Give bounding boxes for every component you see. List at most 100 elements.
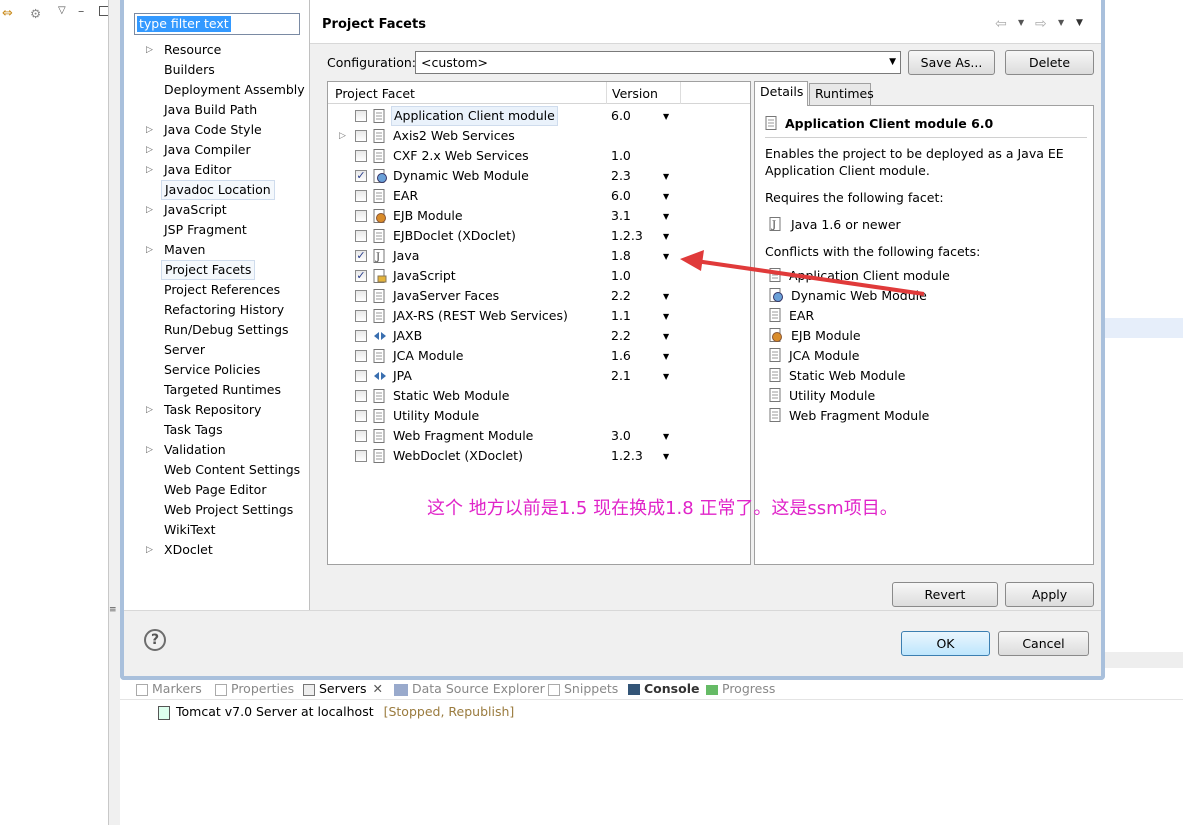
- facet-row[interactable]: JAXB 2.2 ▼: [328, 326, 750, 346]
- facet-checkbox[interactable]: ✓: [355, 250, 367, 262]
- chevron-down-icon[interactable]: ▼: [663, 227, 669, 247]
- chevron-down-icon[interactable]: ▼: [663, 167, 669, 187]
- nav-item[interactable]: Validation: [161, 440, 229, 460]
- nav-item[interactable]: Task Tags: [161, 420, 226, 440]
- expand-arrow-icon[interactable]: ▷: [146, 545, 154, 555]
- tab-properties[interactable]: Properties: [215, 680, 294, 700]
- nav-item[interactable]: Web Project Settings: [161, 500, 296, 520]
- facet-version[interactable]: 1.0: [611, 146, 631, 166]
- minimize-icon[interactable]: –: [78, 3, 84, 18]
- nav-item[interactable]: Java Editor: [161, 160, 234, 180]
- facet-version[interactable]: 6.0: [611, 186, 631, 206]
- ide-splitter[interactable]: [108, 0, 120, 825]
- nav-item[interactable]: XDoclet: [161, 540, 216, 560]
- facet-version[interactable]: 1.2.3: [611, 226, 643, 246]
- tab-servers[interactable]: Servers ✕: [303, 680, 383, 700]
- expand-arrow-icon[interactable]: ▷: [146, 205, 154, 215]
- facet-row[interactable]: Application Client module 6.0 ▼: [328, 106, 750, 126]
- nav-item[interactable]: Web Content Settings: [161, 460, 303, 480]
- back-menu-icon[interactable]: ▼: [1018, 18, 1024, 27]
- facet-version[interactable]: 6.0: [611, 106, 631, 126]
- facet-checkbox[interactable]: ✓: [355, 270, 367, 282]
- tab-data-source-explorer[interactable]: Data Source Explorer: [394, 680, 545, 700]
- facet-checkbox[interactable]: [355, 290, 367, 302]
- tab-runtimes[interactable]: Runtimes: [809, 83, 874, 105]
- chevron-down-icon[interactable]: ▼: [663, 347, 669, 367]
- expand-arrow-icon[interactable]: ▷: [146, 165, 154, 175]
- nav-item[interactable]: Java Compiler: [161, 140, 254, 160]
- facet-checkbox[interactable]: [355, 390, 367, 402]
- tab-console[interactable]: Console: [628, 680, 699, 700]
- nav-item[interactable]: Refactoring History: [161, 300, 287, 320]
- nav-item[interactable]: Project Facets: [161, 260, 256, 280]
- nav-item[interactable]: Javadoc Location: [161, 180, 275, 200]
- forward-arrow-icon[interactable]: ⇨: [1035, 16, 1047, 32]
- facet-row[interactable]: JPA 2.1 ▼: [328, 366, 750, 386]
- expand-arrow-icon[interactable]: ▷: [146, 125, 154, 135]
- facet-row[interactable]: ▷ Axis2 Web Services: [328, 126, 750, 146]
- chevron-down-icon[interactable]: ▼: [663, 187, 669, 207]
- facet-version[interactable]: 2.3: [611, 166, 631, 186]
- help-icon[interactable]: ?: [144, 629, 166, 651]
- nav-item[interactable]: Java Code Style: [161, 120, 265, 140]
- chevron-down-icon[interactable]: ▼: [663, 367, 669, 387]
- save-as-button[interactable]: Save As...: [908, 50, 995, 75]
- nav-item[interactable]: Builders: [161, 60, 218, 80]
- facet-checkbox[interactable]: [355, 410, 367, 422]
- facet-checkbox[interactable]: [355, 430, 367, 442]
- facet-version[interactable]: 1.2.3: [611, 446, 643, 466]
- facet-row[interactable]: ✓ JavaScript 1.0: [328, 266, 750, 286]
- toolbar-icon[interactable]: ⇔: [2, 6, 13, 21]
- facet-row[interactable]: JAX-RS (REST Web Services) 1.1 ▼: [328, 306, 750, 326]
- expand-arrow-icon[interactable]: ▷: [146, 445, 154, 455]
- facet-row[interactable]: JCA Module 1.6 ▼: [328, 346, 750, 366]
- tab-details[interactable]: Details: [754, 81, 808, 106]
- chevron-down-icon[interactable]: ▼: [663, 247, 669, 267]
- facet-row[interactable]: EJB Module 3.1 ▼: [328, 206, 750, 226]
- filter-icon[interactable]: ⚙: [30, 6, 41, 21]
- back-arrow-icon[interactable]: ⇦: [995, 16, 1007, 32]
- facet-row[interactable]: Static Web Module: [328, 386, 750, 406]
- facet-row[interactable]: CXF 2.x Web Services 1.0: [328, 146, 750, 166]
- nav-item[interactable]: Project References: [161, 280, 283, 300]
- server-row[interactable]: Tomcat v7.0 Server at localhost [Stopped…: [158, 704, 514, 720]
- expand-arrow-icon[interactable]: ▷: [146, 405, 154, 415]
- expand-arrow-icon[interactable]: ▷: [339, 126, 346, 146]
- facet-checkbox[interactable]: [355, 150, 367, 162]
- chevron-down-icon[interactable]: ▼: [663, 207, 669, 227]
- facet-checkbox[interactable]: [355, 450, 367, 462]
- project-facet-column-header[interactable]: Project Facet: [335, 86, 415, 101]
- forward-menu-icon[interactable]: ▼: [1058, 18, 1064, 27]
- nav-item[interactable]: Resource: [161, 40, 224, 60]
- facet-version[interactable]: 3.1: [611, 206, 631, 226]
- facet-version[interactable]: 1.6: [611, 346, 631, 366]
- chevron-down-icon[interactable]: ▼: [663, 107, 669, 127]
- nav-item[interactable]: Task Repository: [161, 400, 264, 420]
- splitter-grip-icon[interactable]: ≡: [109, 605, 117, 615]
- nav-item[interactable]: Targeted Runtimes: [161, 380, 284, 400]
- nav-item[interactable]: Run/Debug Settings: [161, 320, 292, 340]
- chevron-down-icon[interactable]: ▼: [663, 287, 669, 307]
- nav-item[interactable]: WikiText: [161, 520, 219, 540]
- facet-checkbox[interactable]: [355, 310, 367, 322]
- nav-item[interactable]: Service Policies: [161, 360, 263, 380]
- facet-row[interactable]: JavaServer Faces 2.2 ▼: [328, 286, 750, 306]
- chevron-down-icon[interactable]: ▼: [663, 427, 669, 447]
- nav-item[interactable]: JavaScript: [161, 200, 230, 220]
- ok-button[interactable]: OK: [901, 631, 990, 656]
- version-column-header[interactable]: Version: [612, 86, 658, 101]
- tab-snippets[interactable]: Snippets: [548, 680, 618, 700]
- facet-version[interactable]: 3.0: [611, 426, 631, 446]
- facet-row[interactable]: EJBDoclet (XDoclet) 1.2.3 ▼: [328, 226, 750, 246]
- expand-arrow-icon[interactable]: ▷: [146, 245, 154, 255]
- facet-checkbox[interactable]: [355, 110, 367, 122]
- facet-version[interactable]: 1.8: [611, 246, 631, 266]
- filter-input[interactable]: type filter text: [134, 13, 300, 35]
- view-menu-icon[interactable]: ▼: [1076, 18, 1083, 28]
- facet-checkbox[interactable]: ✓: [355, 170, 367, 182]
- facet-version[interactable]: 2.2: [611, 326, 631, 346]
- tab-progress[interactable]: Progress: [706, 680, 775, 700]
- revert-button[interactable]: Revert: [892, 582, 998, 607]
- nav-item[interactable]: Deployment Assembly: [161, 80, 308, 100]
- view-menu-icon[interactable]: ▽: [58, 5, 66, 16]
